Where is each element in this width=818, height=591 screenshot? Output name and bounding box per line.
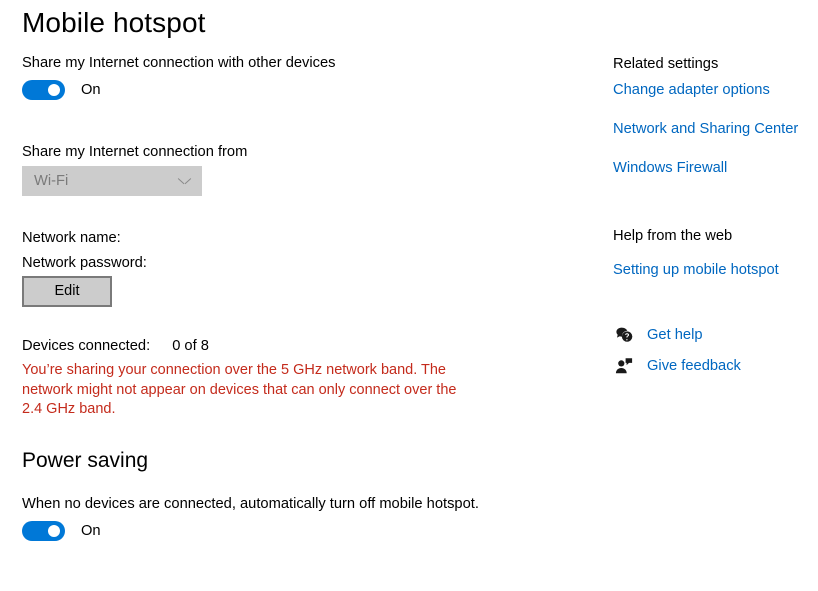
chevron-down-icon xyxy=(179,176,190,187)
network-name-label: Network name: xyxy=(22,230,121,246)
get-help-row[interactable]: Get help xyxy=(613,324,703,346)
toggle-knob xyxy=(48,525,60,537)
share-source-dropdown[interactable]: Wi-Fi xyxy=(22,166,202,196)
share-internet-label: Share my Internet connection with other … xyxy=(22,53,336,73)
devices-connected-row: Devices connected: 0 of 8 xyxy=(22,336,209,357)
mobile-hotspot-settings-page: Mobile hotspot Share my Internet connect… xyxy=(0,0,818,591)
edit-button[interactable]: Edit xyxy=(22,276,112,307)
share-internet-toggle[interactable] xyxy=(22,80,65,100)
link-get-help[interactable]: Get help xyxy=(647,325,703,345)
power-saving-toggle[interactable] xyxy=(22,521,65,541)
power-saving-toggle-state: On xyxy=(81,523,101,539)
network-name-row: Network name: xyxy=(22,228,127,249)
power-saving-description-text: When no devices are connected, automatic… xyxy=(22,496,479,512)
question-speech-bubble-icon xyxy=(613,324,635,346)
person-feedback-icon xyxy=(613,355,635,377)
share-internet-toggle-row: On xyxy=(22,80,101,100)
power-saving-description: When no devices are connected, automatic… xyxy=(22,494,479,514)
link-setting-up-mobile-hotspot[interactable]: Setting up mobile hotspot xyxy=(613,260,779,280)
link-give-feedback[interactable]: Give feedback xyxy=(647,356,741,376)
power-saving-toggle-row: On xyxy=(22,521,101,541)
link-change-adapter-options[interactable]: Change adapter options xyxy=(613,80,770,100)
share-source-label-text: Share my Internet connection from xyxy=(22,144,248,160)
network-password-row: Network password: xyxy=(22,253,153,274)
help-from-web-heading: Help from the web xyxy=(613,228,733,244)
share-internet-label-text: Share my Internet connection with other … xyxy=(22,55,336,71)
related-settings-heading: Related settings xyxy=(613,56,719,72)
link-network-and-sharing-center[interactable]: Network and Sharing Center xyxy=(613,119,798,139)
share-source-label: Share my Internet connection from xyxy=(22,142,247,162)
devices-connected-value: 0 of 8 xyxy=(172,338,209,354)
give-feedback-row[interactable]: Give feedback xyxy=(613,355,741,377)
link-windows-firewall[interactable]: Windows Firewall xyxy=(613,158,727,178)
network-password-label: Network password: xyxy=(22,255,147,271)
main-content-column: Mobile hotspot Share my Internet connect… xyxy=(22,0,582,541)
toggle-knob xyxy=(48,84,60,96)
power-saving-title: Power saving xyxy=(22,449,149,472)
share-internet-toggle-state: On xyxy=(81,82,101,98)
page-title: Mobile hotspot xyxy=(22,7,206,38)
band-warning-message: You’re sharing your connection over the … xyxy=(22,362,457,417)
devices-connected-label: Devices connected: xyxy=(22,338,151,354)
share-source-dropdown-value: Wi-Fi xyxy=(34,173,69,189)
